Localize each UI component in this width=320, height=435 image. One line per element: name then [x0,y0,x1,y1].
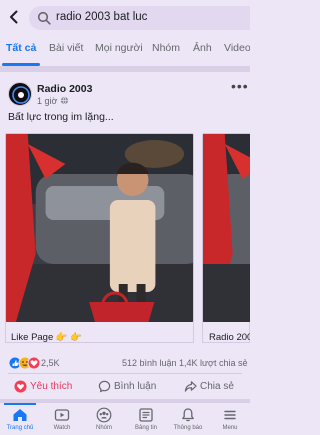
comment-button[interactable]: Bình luận [98,380,168,394]
nav-watch-label: Watch [53,425,71,431]
comment-button-label: Bình luận [114,381,157,392]
reaction-count[interactable]: 2,5K [41,358,60,368]
active-nav-indicator [4,403,36,405]
screen: radio 2003 bat luc Tất cả Bài viết Mọi n… [0,0,250,435]
bottom-nav: Trang chủ Watch Nhóm Bảng tin Thông báo … [0,403,250,435]
comment-count[interactable]: 512 bình luận [122,358,177,368]
feed-icon [139,408,153,422]
stats-divider [8,373,242,374]
post-photo[interactable] [6,134,193,322]
top-bar: radio 2003 bat luc [0,0,250,36]
share-icon [184,381,197,392]
love-button-label: Yêu thích [30,381,73,392]
share-count[interactable]: 1,4K lượt chia sẻ [179,358,247,368]
nav-feed[interactable]: Bảng tin [126,403,166,435]
search-tabs: Tất cả Bài viết Mọi người Nhóm Ảnh Video [0,36,250,66]
nav-home-label: Trang chủ [6,425,34,431]
back-arrow-icon[interactable] [6,9,22,25]
nav-notifications-label: Thông báo [173,425,203,431]
page-name[interactable]: Radio 2003 [37,83,92,95]
watch-icon [54,409,70,421]
nav-home[interactable]: Trang chủ [0,403,40,435]
tab-videos[interactable]: Video [224,42,250,54]
card-page-label[interactable]: Radio 200 [209,332,250,343]
share-button[interactable]: Chia sẻ [184,380,244,394]
search-query: radio 2003 bat luc [56,11,148,23]
home-icon [13,409,27,421]
nav-menu[interactable]: Menu [210,403,250,435]
nav-menu-label: Menu [222,425,238,431]
nav-notifications[interactable]: Thông báo [168,403,208,435]
reactions-icon[interactable] [8,356,40,370]
heart-icon [14,380,27,393]
post-caption: Bất lực trong im lặng... [8,111,114,123]
carousel-card[interactable] [202,133,250,323]
post-photo[interactable] [203,134,250,322]
tab-people[interactable]: Mọi người [95,42,143,54]
page-avatar[interactable] [8,82,32,106]
tab-groups[interactable]: Nhóm [152,42,180,54]
nav-groups[interactable]: Nhóm [84,403,124,435]
tab-posts[interactable]: Bài viết [49,42,83,54]
tab-photos[interactable]: Ảnh [193,42,212,54]
search-input[interactable]: radio 2003 bat luc [29,6,250,30]
tabs-divider [0,66,250,72]
nav-watch[interactable]: Watch [42,403,82,435]
search-icon [37,11,51,25]
groups-icon [96,407,112,423]
radio-logo-icon [12,86,30,104]
nav-groups-label: Nhóm [95,425,112,431]
nav-feed-label: Bảng tin [134,425,158,431]
card-like-page-label[interactable]: Like Page 👉 👉 [11,332,82,343]
menu-icon [224,410,236,420]
public-globe-icon [60,96,69,105]
share-button-label: Chia sẻ [200,381,234,392]
tab-all[interactable]: Tất cả [6,42,36,54]
bell-icon [182,408,194,422]
love-button[interactable]: Yêu thích [14,380,84,394]
carousel-card[interactable] [5,133,194,323]
comment-icon [98,380,111,393]
more-options-icon[interactable]: ••• [231,78,249,94]
